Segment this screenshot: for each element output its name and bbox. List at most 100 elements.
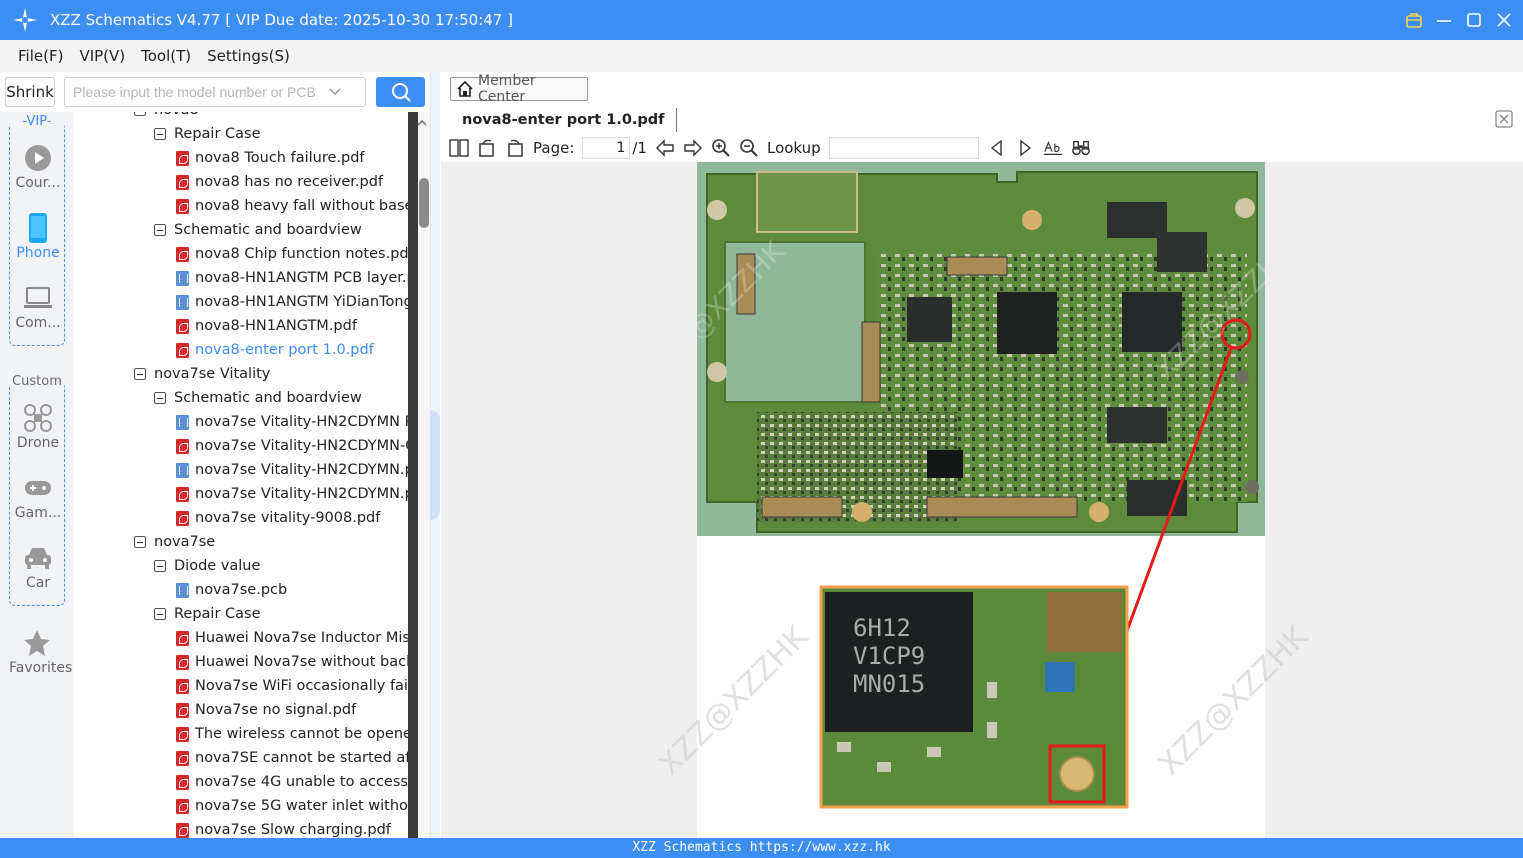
chevron-down-icon[interactable] <box>328 83 342 102</box>
search-combobox[interactable] <box>64 77 366 107</box>
tree-file[interactable]: nova8 Chip function notes.pdf <box>176 242 408 266</box>
vip-group: -VIP- Cour... Phone Com... <box>9 114 66 346</box>
collapse-toggle-icon[interactable] <box>154 392 166 404</box>
next-page-icon[interactable] <box>683 138 703 158</box>
close-icon[interactable] <box>1493 9 1515 31</box>
lookup-input[interactable] <box>828 137 979 159</box>
tree-folder[interactable]: nova7se Vitality <box>134 362 270 386</box>
tree-file[interactable]: Huawei Nova7se Inductor Missing <box>176 626 408 650</box>
sidebar-item-label: Cour... <box>15 175 61 191</box>
sidebar-item-computer[interactable]: Com... <box>10 281 66 331</box>
tree-folder[interactable]: Schematic and boardview <box>154 386 362 410</box>
menu-tool[interactable]: Tool(T) <box>141 47 191 65</box>
tree-folder[interactable]: nova7se <box>134 530 215 554</box>
collapse-toggle-icon[interactable] <box>134 368 146 380</box>
minimize-icon[interactable] <box>1433 9 1455 31</box>
menu-file[interactable]: File(F) <box>18 47 63 65</box>
tree-file[interactable]: nova7se 4G unable to access Internet <box>176 770 408 794</box>
tree-file-selected[interactable]: nova8-enter port 1.0.pdf <box>176 338 374 362</box>
find-next-icon[interactable] <box>1015 138 1035 158</box>
tree-file[interactable]: nova8 heavy fall without baseband <box>176 194 408 218</box>
search-input[interactable] <box>73 84 328 100</box>
vip-bag-icon[interactable] <box>1403 9 1425 31</box>
rotate-right-icon[interactable] <box>505 138 525 158</box>
find-previous-icon[interactable] <box>987 138 1007 158</box>
gamepad-icon <box>10 471 66 505</box>
tree-folder[interactable]: Repair Case <box>154 122 261 146</box>
collapse-panel-handle[interactable] <box>430 410 440 520</box>
shrink-button[interactable]: Shrink <box>5 77 55 107</box>
sidebar-item-label: Drone <box>16 435 60 451</box>
collapse-toggle-icon[interactable] <box>134 536 146 548</box>
tree-file[interactable]: nova7se Vitality-HN2CDYMN PCB <box>176 410 408 434</box>
tree-file[interactable]: Nova7se no signal.pdf <box>176 698 356 722</box>
zoom-in-icon[interactable] <box>711 138 731 158</box>
pdf-file-icon <box>176 702 189 718</box>
sidebar-item-car[interactable]: Car <box>10 541 66 591</box>
pdf-file-icon <box>176 174 189 190</box>
tree-file[interactable]: nova7se Vitality-HN2CDYMN.pcb <box>176 458 408 482</box>
tree-file[interactable]: nova7se vitality-9008.pdf <box>176 506 380 530</box>
sidebar-item-label: Favorites <box>9 660 73 676</box>
search-icon <box>391 83 411 102</box>
tree-file[interactable]: nova7se Vitality-HN2CDYMN-Chip <box>176 434 408 458</box>
tab-document[interactable]: nova8-enter port 1.0.pdf <box>450 108 678 132</box>
sidebar-item-label: Phone <box>16 245 60 261</box>
tree-folder[interactable]: nova8 <box>134 112 199 122</box>
tree-folder[interactable]: Diode value <box>154 554 260 578</box>
sidebar-item-game[interactable]: Gam... <box>10 471 66 521</box>
close-tab-icon[interactable] <box>1495 110 1513 128</box>
search-button[interactable] <box>376 77 425 107</box>
member-center-button[interactable]: Member Center <box>450 73 588 105</box>
previous-page-icon[interactable] <box>655 138 675 158</box>
sidebar-item-drone[interactable]: Drone <box>10 401 66 451</box>
tree-file[interactable]: nova7se.pcb <box>176 578 287 602</box>
pcb-file-icon <box>176 582 189 598</box>
pdf-file-icon <box>176 486 189 502</box>
tree-folder[interactable]: Repair Case <box>154 602 261 626</box>
sidebar-item-phone[interactable]: Phone <box>10 211 66 261</box>
tree-folder[interactable]: Schematic and boardview <box>154 218 362 242</box>
two-page-view-icon[interactable] <box>449 138 469 158</box>
sidebar-item-label: Gam... <box>14 505 62 521</box>
rotate-left-icon[interactable] <box>477 138 497 158</box>
maximize-icon[interactable] <box>1463 9 1485 31</box>
collapse-toggle-icon[interactable] <box>154 608 166 620</box>
menu-settings[interactable]: Settings(S) <box>207 47 290 65</box>
menu-vip[interactable]: VIP(V) <box>79 47 125 65</box>
pdf-file-icon <box>176 150 189 166</box>
collapse-toggle-icon[interactable] <box>154 560 166 572</box>
pcb-file-icon <box>176 294 189 310</box>
tree-file[interactable]: nova8 Touch failure.pdf <box>176 146 365 170</box>
collapse-toggle-icon[interactable] <box>154 128 166 140</box>
status-bar: XZZ Schematics https://www.xzz.hk <box>0 838 1523 858</box>
pcb-file-icon <box>176 414 189 430</box>
tree-file[interactable]: nova8-HN1ANGTM PCB layer.pdf <box>176 266 408 290</box>
pcb-file-icon <box>176 462 189 478</box>
sidebar-item-course[interactable]: Cour... <box>10 141 66 191</box>
match-case-icon[interactable] <box>1043 138 1063 158</box>
collapse-toggle-icon[interactable] <box>134 112 146 116</box>
page-number-input[interactable]: 1 <box>582 137 631 159</box>
zoom-out-icon[interactable] <box>739 138 759 158</box>
page-total: /1 <box>632 139 647 157</box>
lookup-label: Lookup <box>766 139 821 157</box>
app-logo-icon <box>0 0 50 40</box>
pdf-viewer[interactable]: 6H12 V1CP9 MN015 XZZ@XZZHK XZZ@XZZHK XZZ… <box>441 162 1523 838</box>
tree-file[interactable]: nova8-HN1ANGTM YiDianTong <box>176 290 408 314</box>
window-title: XZZ Schematics V4.77 [ VIP Due date: 202… <box>50 11 513 29</box>
tree-file[interactable]: Huawei Nova7se without backlight <box>176 650 408 674</box>
scroll-up-icon[interactable] <box>416 114 428 126</box>
tree-file[interactable]: nova7se 5G water inlet without <box>176 794 408 818</box>
tree-file[interactable]: The wireless cannot be opened <box>176 722 408 746</box>
sidebar-item-favorites[interactable]: Favorites <box>9 626 73 676</box>
tree-file[interactable]: nova8 has no receiver.pdf <box>176 170 383 194</box>
tree-file[interactable]: Nova7se WiFi occasionally fails <box>176 674 408 698</box>
collapse-toggle-icon[interactable] <box>154 224 166 236</box>
tree-scroll-thumb[interactable] <box>419 178 429 228</box>
tree-file[interactable]: nova7se Slow charging.pdf <box>176 818 391 838</box>
tree-file[interactable]: nova7SE cannot be started after <box>176 746 408 770</box>
tree-file[interactable]: nova8-HN1ANGTM.pdf <box>176 314 357 338</box>
tree-file[interactable]: nova7se Vitality-HN2CDYMN.pdf <box>176 482 408 506</box>
binoculars-icon[interactable] <box>1071 138 1091 158</box>
